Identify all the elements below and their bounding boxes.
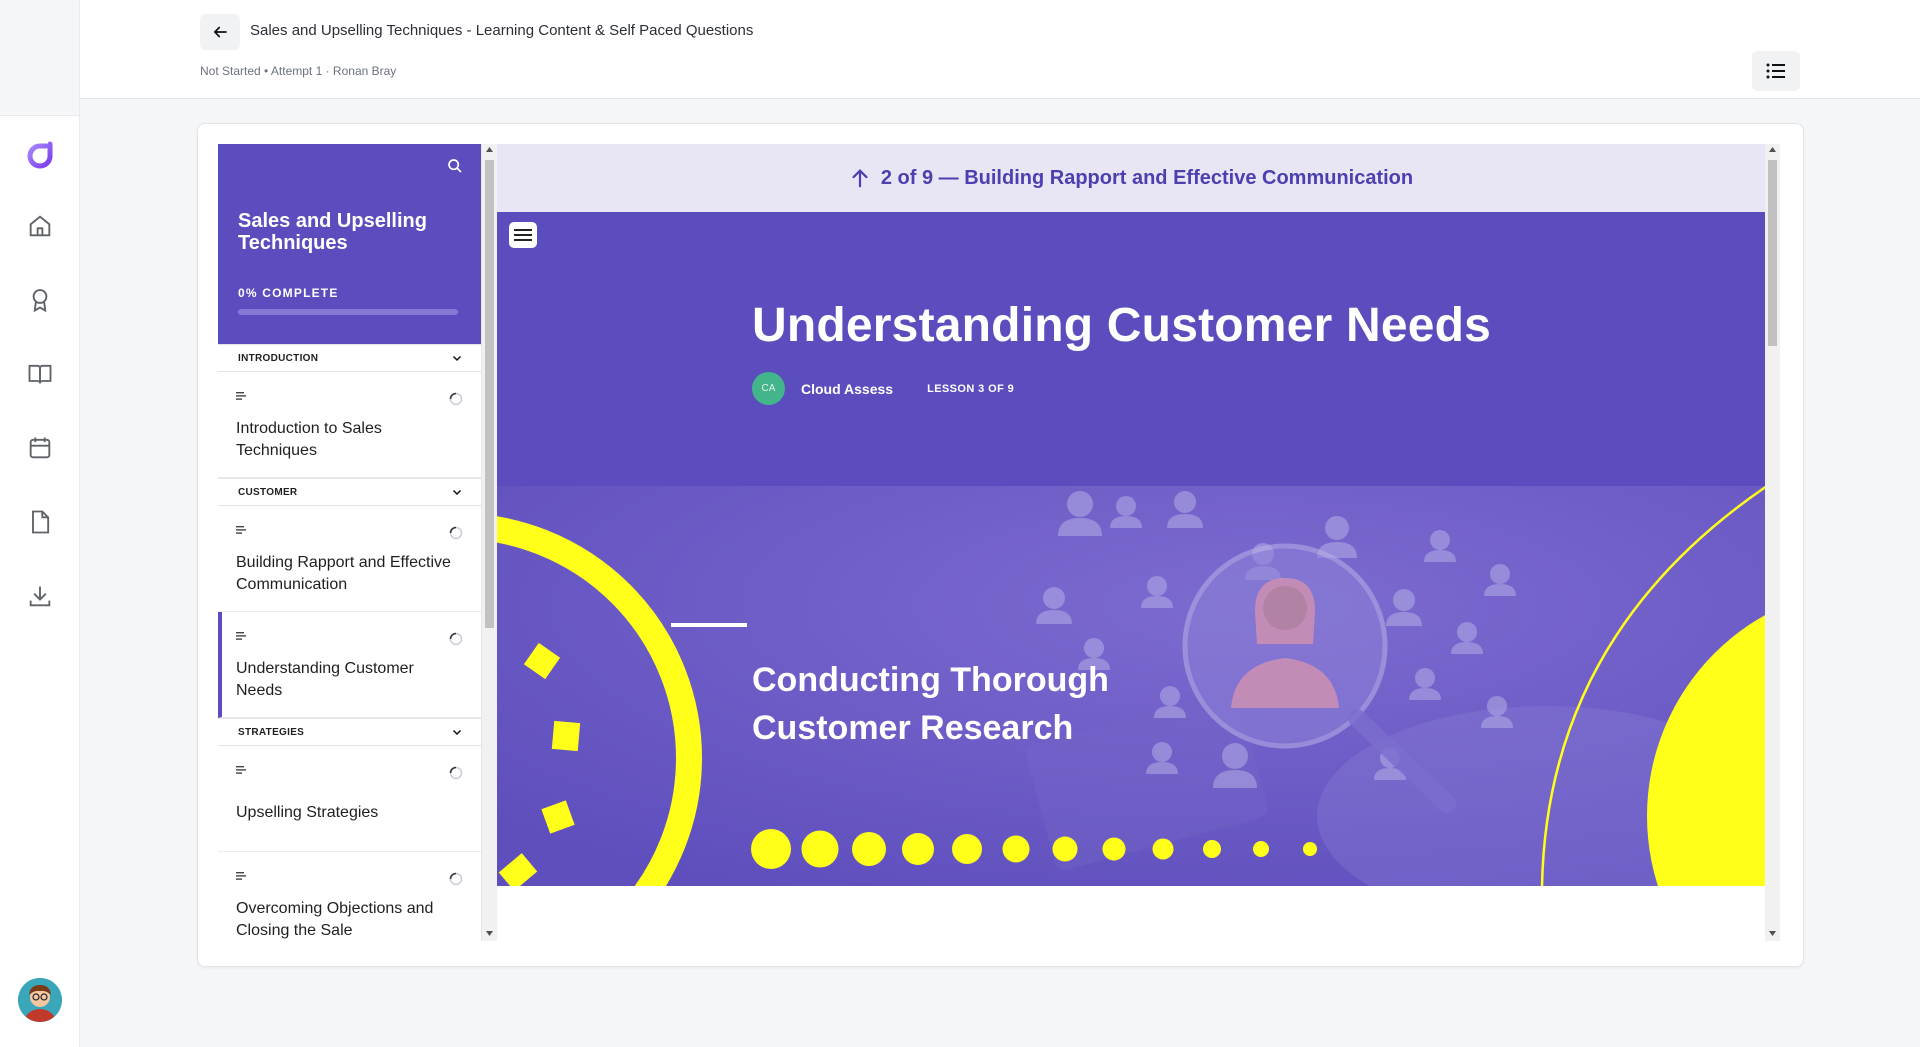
chevron-down-icon [452, 489, 462, 496]
course-progress-bar [238, 309, 458, 315]
banner-accent-line [671, 623, 747, 627]
text-lines-icon [236, 392, 246, 400]
lesson-item[interactable]: Upselling Strategies [218, 746, 481, 852]
lesson-item-active[interactable]: Understanding Customer Needs [218, 612, 481, 718]
scroll-down-arrow-icon [486, 931, 493, 936]
app-rail [0, 0, 80, 1047]
hamburger-menu-icon[interactable] [509, 222, 537, 248]
content-scroll-thumb[interactable] [1768, 160, 1777, 346]
lesson-content: 2 of 9 — Building Rapport and Effective … [497, 144, 1765, 941]
course-title: Sales and Upselling Techniques [238, 210, 427, 254]
outline-menu-button[interactable] [1752, 51, 1800, 91]
scroll-up-arrow-icon [486, 147, 493, 152]
search-icon[interactable] [447, 158, 463, 179]
text-lines-icon [236, 526, 246, 534]
back-button[interactable] [200, 14, 240, 50]
lesson-count: LESSON 3 OF 9 [927, 382, 1015, 395]
course-header: Sales and Upselling Techniques 0% COMPLE… [218, 144, 481, 344]
text-lines-icon [236, 632, 246, 640]
lesson-hero: Understanding Customer Needs CA Cloud As… [497, 212, 1765, 486]
lesson-item[interactable]: Overcoming Objections and Closing the Sa… [218, 852, 481, 941]
progress-circle-icon [449, 766, 463, 780]
section-title: STRATEGIES [238, 726, 305, 738]
lesson-author-row: CA Cloud Assess LESSON 3 OF 9 [752, 372, 1014, 405]
author-name: Cloud Assess [801, 380, 894, 397]
rail-top-spacer [0, 0, 79, 116]
arrow-up-icon [852, 169, 868, 188]
download-icon[interactable] [26, 582, 54, 610]
sidebar-scrollbar[interactable] [482, 144, 497, 941]
attempt-meta: Not Started • Attempt 1 · Ronan Bray [200, 64, 397, 78]
lesson-title: Building Rapport and Effective Communica… [236, 554, 451, 593]
lesson-banner-image: Conducting Thorough Customer Research [497, 486, 1765, 886]
section-header-introduction[interactable]: INTRODUCTION [218, 344, 481, 372]
chevron-down-icon [452, 729, 462, 736]
section-header-strategies[interactable]: STRATEGIES [218, 718, 481, 746]
section-title: CUSTOMER [238, 486, 298, 498]
lesson-title: Upselling Strategies [236, 804, 379, 821]
scroll-down-arrow-icon [1769, 931, 1776, 936]
course-progress-label: 0% COMPLETE [238, 286, 339, 300]
lesson-item[interactable]: Introduction to Sales Techniques [218, 372, 481, 478]
progress-circle-icon [449, 526, 463, 540]
document-icon[interactable] [26, 508, 54, 536]
content-continuation [497, 886, 1765, 941]
page-title: Sales and Upselling Techniques - Learnin… [250, 22, 754, 39]
lesson-title: Understanding Customer Needs [752, 299, 1492, 352]
scroll-up-arrow-icon [1769, 147, 1776, 152]
lesson-item[interactable]: Building Rapport and Effective Communica… [218, 506, 481, 612]
page-header: Sales and Upselling Techniques - Learnin… [80, 0, 1920, 99]
author-avatar: CA [752, 372, 785, 405]
progress-circle-icon [449, 392, 463, 406]
list-icon [1766, 63, 1785, 79]
lesson-title: Understanding Customer Needs [236, 660, 414, 699]
course-sidebar: Sales and Upselling Techniques 0% COMPLE… [218, 144, 482, 941]
sidebar-scroll-thumb[interactable] [485, 160, 494, 628]
app-logo-icon[interactable] [24, 140, 56, 172]
home-icon[interactable] [26, 212, 54, 240]
lesson-title: Overcoming Objections and Closing the Sa… [236, 900, 434, 939]
previous-lesson-label: 2 of 9 — Building Rapport and Effective … [880, 166, 1414, 189]
chevron-down-icon [452, 355, 462, 362]
section-title: INTRODUCTION [238, 352, 319, 364]
calendar-icon[interactable] [26, 434, 54, 462]
text-lines-icon [236, 872, 246, 880]
previous-lesson-link[interactable]: 2 of 9 — Building Rapport and Effective … [497, 144, 1765, 212]
content-scrollbar[interactable] [1765, 144, 1780, 941]
banner-heading: Conducting Thorough Customer Research [752, 661, 1109, 747]
arrow-left-icon [213, 26, 227, 38]
section-header-customer[interactable]: CUSTOMER [218, 478, 481, 506]
lesson-title: Introduction to Sales Techniques [236, 420, 382, 459]
user-avatar[interactable] [18, 978, 62, 1022]
book-icon[interactable] [26, 360, 54, 388]
text-lines-icon [236, 766, 246, 774]
progress-circle-icon [449, 872, 463, 886]
award-icon[interactable] [26, 286, 54, 314]
progress-circle-icon [449, 632, 463, 646]
